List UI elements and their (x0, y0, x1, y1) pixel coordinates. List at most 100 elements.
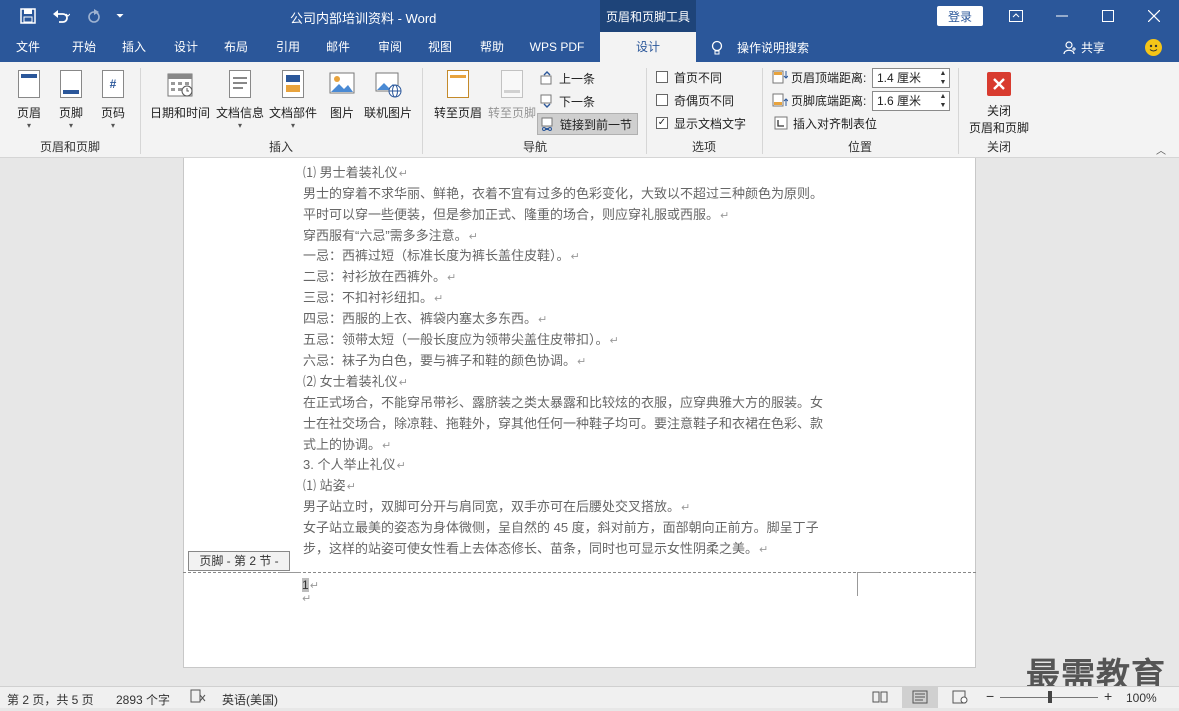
tab-review[interactable]: 审阅 (368, 32, 412, 62)
tab-header-footer-design[interactable]: 设计 (600, 32, 696, 62)
tell-me-search[interactable]: 操作说明搜索 (710, 39, 809, 56)
close-window-icon[interactable] (1131, 0, 1177, 32)
document-line[interactable]: 在正式场合，不能穿吊带衫、露脐装之类太暴露和比较炫的衣服，应穿典雅大方的服装。女 (303, 393, 823, 413)
document-line[interactable]: 一忌：西裤过短（标准长度为裤长盖住皮鞋）。↵ (303, 246, 580, 266)
tab-help[interactable]: 帮助 (470, 32, 514, 62)
document-line[interactable]: ⑴ 男士着装礼仪↵ (303, 163, 408, 183)
footer-corner-mark-right (857, 572, 858, 596)
document-line[interactable]: ⑴ 站姿↵ (303, 476, 356, 496)
different-first-page-checkbox[interactable]: 首页不同 (656, 67, 722, 87)
web-layout-icon[interactable] (952, 690, 968, 707)
goto-footer-button[interactable]: 转至页脚 (484, 68, 540, 121)
minimize-icon[interactable] (1039, 0, 1085, 32)
footer-from-bottom-value: 1.6 厘米 (877, 94, 922, 108)
save-icon[interactable] (14, 0, 42, 32)
tab-references[interactable]: 引用 (266, 32, 310, 62)
tab-home[interactable]: 开始 (60, 32, 108, 62)
footer-from-bottom-input[interactable]: 1.6 厘米 ▲ ▼ (872, 91, 950, 111)
zoom-out-icon[interactable]: − (986, 688, 994, 704)
close-header-footer-button[interactable]: 关闭 页眉和页脚 (964, 68, 1034, 136)
language[interactable]: 英语(美国) (222, 691, 278, 708)
page-info[interactable]: 第 2 页，共 5 页 (7, 691, 94, 708)
quick-parts-button[interactable]: 文档部件 ▾ (266, 68, 320, 130)
document-line[interactable]: 六忌：袜子为白色，要与裤子和鞋的颜色协调。↵ (303, 351, 586, 371)
document-line-text: 女子站立最美的姿态为身体微侧，呈自然的 45 度，斜对前方，面部朝向正前方。脚呈… (303, 520, 819, 535)
footer-content[interactable]: 1↵ (302, 577, 319, 593)
insert-alignment-tab-button[interactable]: 插入对齐制表位 (774, 113, 877, 133)
link-to-previous-button[interactable]: 链接到前一节 (537, 113, 639, 135)
document-line[interactable]: 男子站立时，双脚可分开与肩同宽，双手亦可在后腰处交叉搭放。↵ (303, 497, 690, 517)
word-count[interactable]: 2893 个字 (116, 691, 170, 708)
document-line[interactable]: 3. 个人举止礼仪↵ (303, 455, 406, 475)
next-icon (540, 94, 552, 108)
tab-view[interactable]: 视图 (418, 32, 462, 62)
document-line[interactable]: 平时可以穿一些便装，但是参加正式、隆重的场合，则应穿礼服或西服。↵ (303, 205, 729, 225)
document-line[interactable]: 女子站立最美的姿态为身体微侧，呈自然的 45 度，斜对前方，面部朝向正前方。脚呈… (303, 518, 819, 538)
zoom-level[interactable]: 100% (1126, 691, 1157, 705)
maximize-icon[interactable] (1085, 0, 1131, 32)
tab-mailings[interactable]: 邮件 (316, 32, 360, 62)
next-button[interactable]: 下一条 (540, 91, 595, 111)
document-line[interactable]: 五忌：领带太短（一般长度应为领带尖盖住皮带扣）。↵ (303, 330, 619, 350)
tab-insert[interactable]: 插入 (112, 32, 156, 62)
header-button[interactable]: 页眉 ▾ (12, 68, 46, 130)
different-odd-even-checkbox[interactable]: 奇偶页不同 (656, 90, 734, 110)
tab-layout[interactable]: 布局 (214, 32, 258, 62)
zoom-slider-thumb[interactable] (1048, 691, 1052, 703)
tab-file[interactable]: 文件 (6, 32, 50, 62)
document-line-text: 步，这样的站姿可使女性看上去体态修长、苗条，同时也可显示女性阴柔之美。 (303, 541, 759, 556)
date-time-button[interactable]: 日期和时间 (148, 68, 212, 121)
picture-button[interactable]: 图片 (326, 68, 358, 121)
paragraph-mark: ↵ (398, 168, 408, 180)
undo-icon[interactable] (46, 0, 76, 32)
document-line[interactable]: 穿西服有“六忌”需多多注意。↵ (303, 226, 478, 246)
page-number-button[interactable]: # 页码 ▾ (96, 68, 130, 130)
tab-wps-pdf[interactable]: WPS PDF (522, 32, 592, 62)
document-line[interactable]: 四忌：西服的上衣、裤袋内塞太多东西。↵ (303, 309, 547, 329)
previous-button[interactable]: 上一条 (540, 68, 595, 88)
redo-icon[interactable] (82, 0, 106, 32)
footer-page-number[interactable]: 1 (302, 578, 309, 592)
customize-quick-access-icon[interactable]: ⏷ (110, 0, 130, 32)
document-line[interactable]: 步，这样的站姿可使女性看上去体态修长、苗条，同时也可显示女性阴柔之美。↵ (303, 539, 768, 559)
zoom-in-icon[interactable]: + (1104, 688, 1112, 704)
show-document-text-checkbox[interactable]: ✓ 显示文档文字 (656, 113, 746, 133)
tab-design[interactable]: 设计 (164, 32, 208, 62)
online-pictures-label: 联机图片 (363, 106, 412, 120)
online-pictures-button[interactable]: 联机图片 (362, 68, 414, 121)
document-line[interactable]: 式上的协调。↵ (303, 435, 391, 455)
document-info-button[interactable]: 文档信息 ▾ (214, 68, 266, 130)
page-number-icon: # (102, 70, 124, 98)
link-icon (541, 117, 553, 131)
footer-position-icon (772, 93, 788, 107)
document-line[interactable]: ⑵ 女士着装礼仪↵ (303, 372, 408, 392)
document-line[interactable]: 二忌：衬衫放在西裤外。↵ (303, 267, 456, 287)
goto-header-button[interactable]: 转至页眉 (430, 68, 486, 121)
ribbon-display-options-icon[interactable] (993, 0, 1039, 32)
footer-button[interactable]: 页脚 ▾ (54, 68, 88, 130)
login-button[interactable]: 登录 (937, 6, 983, 26)
collapse-ribbon-icon[interactable]: ︿ (1156, 142, 1166, 157)
different-first-page-check (656, 71, 668, 83)
read-mode-icon[interactable] (872, 690, 888, 707)
document-line[interactable]: 士在社交场合，除凉鞋、拖鞋外，穿其他任何一种鞋子均可。要注意鞋子和衣裙在色彩、款 (303, 414, 823, 434)
spinner-arrows-icon[interactable]: ▲ ▼ (937, 69, 949, 87)
spinner-arrows-icon[interactable]: ▲ ▼ (937, 92, 949, 110)
document-line-text: 五忌：领带太短（一般长度应为领带尖盖住皮带扣）。 (303, 332, 609, 347)
group-label-navigation: 导航 (522, 140, 547, 154)
proofing-icon[interactable] (190, 689, 206, 706)
share-button[interactable]: 共享 (1063, 39, 1105, 56)
document-line[interactable]: 男士的穿着不求华丽、鲜艳，衣着不宜有过多的色彩变化，大致以不超过三种颜色为原则。 (303, 184, 823, 204)
document-line-text: 在正式场合，不能穿吊带衫、露脐装之类太暴露和比较炫的衣服，应穿典雅大方的服装。女 (303, 395, 824, 410)
group-label-close: 关闭 (986, 140, 1011, 154)
header-from-top-value: 1.4 厘米 (877, 71, 922, 85)
header-from-top-input[interactable]: 1.4 厘米 ▲ ▼ (872, 68, 950, 88)
document-line[interactable]: 三忌：不扣衬衫纽扣。↵ (303, 288, 443, 308)
paragraph-mark: ↵ (398, 377, 408, 389)
goto-header-label: 转至页眉 (433, 106, 482, 120)
document-line-text: 男子站立时，双脚可分开与肩同宽，双手亦可在后腰处交叉搭放。 (303, 499, 681, 514)
paragraph-mark: ↵ (681, 502, 691, 514)
feedback-smiley-icon[interactable] (1145, 39, 1162, 56)
print-layout-icon[interactable] (902, 687, 938, 708)
ribbon: 页眉 ▾ 页脚 ▾ # 页码 ▾ 页眉和页脚 日期和时间 文档信息 ▾ 文档部件… (0, 62, 1179, 158)
